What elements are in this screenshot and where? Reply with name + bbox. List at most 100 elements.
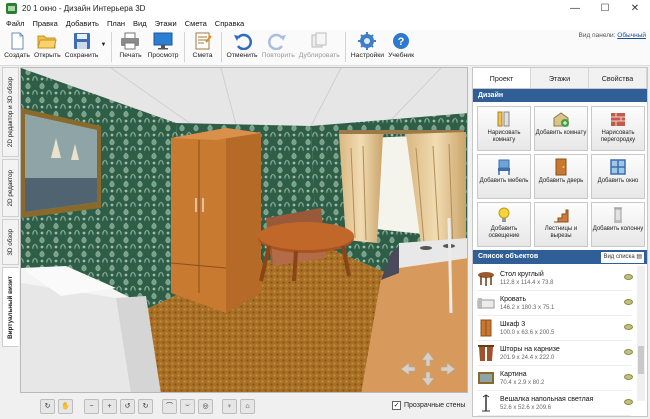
visibility-eye-icon[interactable] <box>624 349 633 355</box>
tab-2d-and-3d[interactable]: 2D редактор и 3D обзор <box>2 67 19 157</box>
minimize-button[interactable]: — <box>560 0 590 17</box>
tilt-down-button[interactable]: ⌣ <box>180 398 195 414</box>
design-buttons: Нарисовать комнату Добавить комнату Нари… <box>473 102 647 250</box>
window-title: 20 1 окно - Дизайн Интерьера 3D <box>22 4 146 13</box>
tab-properties[interactable]: Свойства <box>589 68 647 88</box>
preview-button[interactable]: Просмотр <box>145 30 180 64</box>
add-room-icon <box>553 112 569 127</box>
list-item[interactable]: Шкаф 3 100.0 x 63.6 x 200.5 <box>477 316 633 341</box>
menu-edit[interactable]: Правка <box>28 19 61 28</box>
menu-floors[interactable]: Этажи <box>151 19 181 28</box>
curtains-icon <box>478 345 494 361</box>
zoom-in-icon: + <box>107 402 112 410</box>
visibility-eye-icon[interactable] <box>624 324 633 330</box>
pan-hand-button[interactable]: ✋ <box>58 398 73 414</box>
home-view-button[interactable]: ⌂ <box>240 398 255 414</box>
zoom-in-button[interactable]: + <box>102 398 117 414</box>
object-list-header: Список объектов Вид списка ▤ <box>473 250 647 264</box>
3d-viewport[interactable] <box>20 67 468 393</box>
floppy-disk-icon <box>73 33 90 49</box>
draw-partition-button[interactable]: Нарисовать перегородку <box>591 106 645 151</box>
create-button[interactable]: Создать <box>2 30 32 64</box>
menu-add[interactable]: Добавить <box>62 19 103 28</box>
tab-project[interactable]: Проект <box>473 68 531 88</box>
folder-icon <box>37 35 57 49</box>
rotate-360-icon: ↻ <box>44 403 51 410</box>
object-list-scrollbar[interactable] <box>637 266 645 401</box>
window-icon <box>610 159 626 175</box>
estimate-button[interactable]: Смета <box>188 30 218 64</box>
list-item[interactable]: Картина 70.4 x 2.9 x 80.2 <box>477 366 633 391</box>
lightbulb-icon <box>498 207 510 222</box>
menu-view[interactable]: Вид <box>129 19 151 28</box>
save-button[interactable]: Сохранить <box>63 30 101 64</box>
undo-button[interactable]: Отменить <box>225 30 260 64</box>
menu-estimate[interactable]: Смета <box>181 19 211 28</box>
monitor-icon <box>153 32 173 50</box>
navigation-arrows[interactable] <box>399 350 457 388</box>
add-window-button[interactable]: Добавить окно <box>591 154 645 199</box>
orbit-icon: ◎ <box>202 403 209 410</box>
tilt-up-button[interactable]: ⌒ <box>162 398 177 414</box>
rotate-left-button[interactable]: ↺ <box>120 398 135 414</box>
redo-icon <box>268 33 287 50</box>
print-button[interactable]: Печать <box>115 30 145 64</box>
tab-virtual-visit[interactable]: Виртуальный визит <box>2 267 19 347</box>
rotate-right-icon: ↻ <box>142 403 149 410</box>
save-dropdown-icon[interactable]: ▼ <box>100 30 108 48</box>
round-table-icon <box>478 272 494 286</box>
menu-help[interactable]: Справка <box>211 19 248 28</box>
wardrobe-icon <box>480 319 492 337</box>
tab-2d-editor[interactable]: 2D редактор <box>2 159 19 217</box>
draw-room-button[interactable]: Нарисовать комнату <box>477 106 531 151</box>
scrollbar-thumb[interactable] <box>638 346 644 374</box>
settings-button[interactable]: Настройки <box>349 30 386 64</box>
add-room-button[interactable]: Добавить комнату <box>534 106 588 151</box>
add-column-button[interactable]: Добавить колонну <box>591 202 645 247</box>
stairs-cutouts-button[interactable]: Лестницы и вырезы <box>534 202 588 247</box>
transparent-walls-toggle[interactable]: ✓ Прозрачные стены <box>392 401 465 410</box>
picture-painting <box>21 108 101 218</box>
stairs-icon <box>554 209 569 223</box>
menu-plan[interactable]: План <box>103 19 129 28</box>
brick-wall-icon <box>611 113 625 126</box>
menu-file[interactable]: Файл <box>2 19 28 28</box>
object-list-title: Список объектов <box>478 253 539 260</box>
visibility-eye-icon[interactable] <box>624 299 633 305</box>
close-button[interactable]: ✕ <box>620 0 650 17</box>
list-view-button[interactable]: Вид списка ▤ <box>601 251 644 263</box>
add-furniture-button[interactable]: Добавить мебель <box>477 154 531 199</box>
list-item[interactable]: Шторы на карнизе 201.9 x 24.4 x 222.0 <box>477 341 633 366</box>
picture-icon <box>478 372 494 384</box>
zoom-out-button[interactable]: − <box>84 398 99 414</box>
light-button[interactable]: ♀ <box>222 398 237 414</box>
help-icon: ? <box>393 33 410 49</box>
tilt-up-icon: ⌒ <box>166 403 173 410</box>
visibility-eye-icon[interactable] <box>624 374 633 380</box>
printer-icon <box>121 32 140 50</box>
visibility-eye-icon[interactable] <box>624 274 633 280</box>
maximize-button[interactable]: ☐ <box>590 0 620 17</box>
visibility-eye-icon[interactable] <box>624 399 633 405</box>
separator <box>220 32 222 62</box>
add-lighting-button[interactable]: Добавить освещение <box>477 202 531 247</box>
zoom-out-icon: − <box>89 402 94 410</box>
transparent-walls-checkbox[interactable]: ✓ <box>392 401 401 410</box>
hand-icon: ✋ <box>61 403 70 410</box>
add-door-button[interactable]: Добавить дверь <box>534 154 588 199</box>
list-item[interactable]: Стол круглый 112.8 x 114.4 x 73.8 <box>477 266 633 291</box>
orbit-button[interactable]: ◎ <box>198 398 213 414</box>
rotate-right-button[interactable]: ↻ <box>138 398 153 414</box>
tutorial-button[interactable]: ? Учебник <box>386 30 416 64</box>
tab-floors[interactable]: Этажи <box>531 68 589 88</box>
redo-button[interactable]: Повторить <box>260 30 297 64</box>
open-button[interactable]: Открыть <box>32 30 63 64</box>
rotate-360-button[interactable]: ↻ <box>40 398 55 414</box>
list-item[interactable]: Вешалка напольная светлая 52.6 x 52.6 x 2… <box>477 391 633 416</box>
list-item[interactable]: Кровать 146.2 x 180.3 x 75.1 <box>477 291 633 316</box>
list-view-icon: ▤ <box>636 253 642 260</box>
duplicate-button[interactable]: Дублировать <box>297 30 342 64</box>
panel-view-selector[interactable]: Вид панели: Обычный <box>579 32 646 39</box>
estimate-sheet-icon <box>195 32 212 50</box>
tab-3d-view[interactable]: 3D обзор <box>2 219 19 265</box>
